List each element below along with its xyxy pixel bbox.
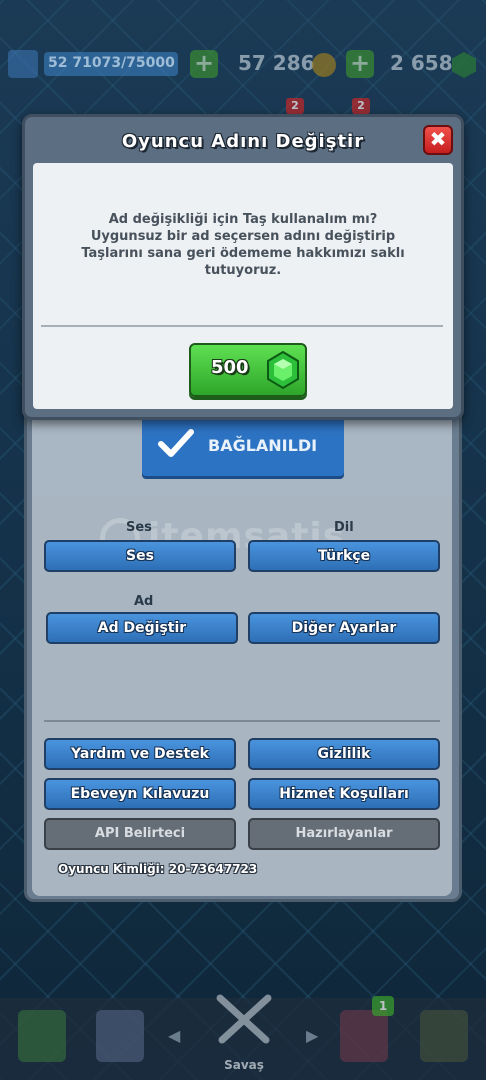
checkmark-icon <box>158 429 194 457</box>
dialog-title: Oyuncu Adını Değiştir <box>121 131 365 152</box>
dialog-divider <box>41 325 443 327</box>
api-token-button[interactable]: API Belirteci <box>44 818 236 850</box>
add-xp-button[interactable]: + <box>190 50 218 78</box>
battle-tab-label[interactable]: Savaş <box>214 1058 274 1072</box>
privacy-button[interactable]: Gizlilik <box>248 738 440 770</box>
language-header: Dil <box>334 520 354 535</box>
gem-icon <box>267 351 299 389</box>
top-status-bar: 52 71073/75000 + 57 286 + 2 658 <box>0 44 486 84</box>
change-name-dialog: Oyuncu Adını Değiştir ✖ Ad değişikliği i… <box>22 114 464 420</box>
notification-badge: 2 <box>286 98 304 114</box>
sound-button[interactable]: Ses <box>44 540 236 572</box>
divider <box>44 720 440 722</box>
gem-icon <box>452 52 476 78</box>
nav-left-arrow-icon[interactable]: ◀ <box>168 1026 180 1045</box>
parent-guide-button[interactable]: Ebeveyn Kılavuzu <box>44 778 236 810</box>
shop-tab[interactable] <box>18 1010 66 1062</box>
dialog-message: Ad değişikliği için Taş kullanalım mı? U… <box>81 212 405 278</box>
language-button[interactable]: Türkçe <box>248 540 440 572</box>
dialog-body: Ad değişikliği için Taş kullanalım mı? U… <box>33 163 453 409</box>
nav-right-arrow-icon[interactable]: ▶ <box>306 1026 318 1045</box>
other-settings-button[interactable]: Diğer Ayarlar <box>248 612 440 644</box>
notification-badge: 2 <box>352 98 370 114</box>
level-icon <box>8 50 38 78</box>
credits-button[interactable]: Hazırlayanlar <box>248 818 440 850</box>
player-id: Oyuncu Kimliği: 20-73647723 <box>58 862 258 876</box>
xp-level: 52 71073/75000 <box>48 55 175 71</box>
add-gold-button[interactable]: + <box>346 50 374 78</box>
price-label: 500 <box>211 357 249 378</box>
terms-of-service-button[interactable]: Hizmet Koşulları <box>248 778 440 810</box>
battle-swords-icon[interactable] <box>212 992 276 1048</box>
gem-amount: 2 658 <box>390 51 453 75</box>
clan-badge: 1 <box>372 996 394 1016</box>
close-icon[interactable]: ✖ <box>423 125 453 155</box>
confirm-purchase-button[interactable]: 500 <box>189 343 307 397</box>
cards-tab[interactable] <box>96 1010 144 1062</box>
sound-header: Ses <box>126 520 152 535</box>
connected-button[interactable]: BAĞLANILDI <box>142 414 344 476</box>
xp-text: 71073/75000 <box>72 55 175 71</box>
connected-label: BAĞLANILDI <box>208 436 318 455</box>
change-name-button[interactable]: Ad Değiştir <box>46 612 238 644</box>
help-support-button[interactable]: Yardım ve Destek <box>44 738 236 770</box>
clan-tab[interactable] <box>340 1010 388 1062</box>
events-tab[interactable] <box>420 1010 468 1062</box>
gold-amount: 57 286 <box>238 51 315 75</box>
name-header: Ad <box>134 594 154 609</box>
gold-coin-icon <box>312 53 336 77</box>
